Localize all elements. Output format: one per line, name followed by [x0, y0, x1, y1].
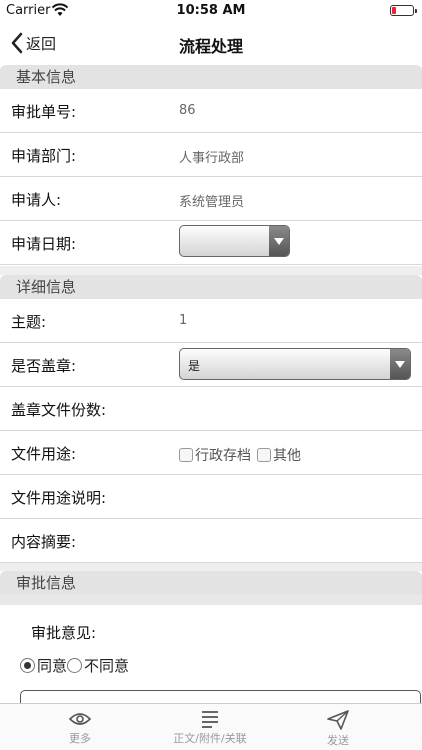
send-icon	[327, 710, 349, 730]
apply-date-select[interactable]	[179, 225, 290, 257]
row-copies[interactable]: 盖章文件份数:	[0, 387, 422, 431]
radio-unselected-icon	[67, 658, 83, 673]
radio-disagree-label: 不同意	[84, 657, 130, 675]
nav-bar: 返回 流程处理	[0, 22, 422, 66]
radio-agree-label: 同意	[37, 657, 68, 675]
section-spacer	[0, 563, 422, 571]
row-summary[interactable]: 内容摘要:	[0, 519, 422, 563]
apply-date-label: 申请日期:	[11, 235, 77, 253]
radio-selected-icon	[20, 658, 35, 673]
seal-select[interactable]: 是	[179, 348, 411, 380]
row-approval-no: 审批单号: 86	[0, 89, 422, 133]
section-header-basic: 基本信息	[0, 65, 422, 89]
tab-document-label: 正文/附件/关联	[173, 732, 247, 745]
seal-value: 是	[188, 359, 201, 373]
radio-agree[interactable]: 同意	[20, 655, 67, 676]
document-lines-icon	[202, 711, 218, 728]
tab-bar: 更多 正文/附件/关联 发送	[0, 703, 422, 750]
row-department: 申请部门: 人事行政部	[0, 133, 422, 177]
eye-icon	[69, 713, 91, 725]
tab-more-label: 更多	[69, 732, 91, 745]
tab-send[interactable]: 发送	[300, 704, 376, 750]
applicant-value: 系统管理员	[179, 195, 245, 210]
section-spacer	[0, 595, 422, 605]
usage-option-other[interactable]: 其他	[257, 445, 301, 465]
dropdown-arrow-icon	[390, 349, 410, 379]
status-bar: Carrier 10:58 AM	[0, 0, 422, 22]
summary-label: 内容摘要:	[11, 533, 77, 551]
approval-no-label: 审批单号:	[11, 103, 77, 121]
usage-option-other-label: 其他	[273, 448, 301, 464]
usage-option-archive-label: 行政存档	[195, 448, 251, 464]
subject-value: 1	[179, 313, 188, 328]
opinion-radio-group: 同意 不同意	[20, 655, 129, 676]
row-usage: 文件用途: 行政存档 其他	[0, 431, 422, 475]
row-usage-desc[interactable]: 文件用途说明:	[0, 475, 422, 519]
usage-label: 文件用途:	[11, 445, 77, 463]
copies-label: 盖章文件份数:	[11, 401, 107, 419]
clock: 10:58 AM	[176, 3, 246, 18]
subject-label: 主题:	[11, 313, 47, 331]
checkbox-icon	[257, 448, 271, 462]
applicant-label: 申请人:	[11, 191, 62, 209]
department-label: 申请部门:	[11, 147, 77, 165]
row-applicant: 申请人: 系统管理员	[0, 177, 422, 221]
department-value: 人事行政部	[179, 151, 245, 166]
approval-no-value: 86	[179, 103, 196, 118]
tab-more[interactable]: 更多	[40, 704, 120, 750]
page-title: 流程处理	[178, 37, 243, 56]
usage-option-archive[interactable]: 行政存档	[179, 445, 251, 465]
checkbox-icon	[179, 448, 193, 462]
row-subject: 主题: 1	[0, 299, 422, 343]
usage-desc-label: 文件用途说明:	[11, 489, 107, 507]
dropdown-arrow-icon	[269, 226, 289, 256]
row-apply-date: 申请日期:	[0, 221, 422, 265]
section-header-approval: 审批信息	[0, 571, 422, 595]
tab-document[interactable]: 正文/附件/关联	[150, 704, 270, 750]
opinion-label: 审批意见:	[31, 624, 97, 642]
row-seal: 是否盖章: 是	[0, 343, 422, 387]
radio-disagree[interactable]: 不同意	[67, 655, 129, 676]
tab-send-label: 发送	[327, 734, 349, 747]
seal-label: 是否盖章:	[11, 357, 77, 375]
battery-icon	[390, 5, 417, 16]
section-spacer	[0, 266, 422, 275]
section-header-detail: 详细信息	[0, 275, 422, 299]
